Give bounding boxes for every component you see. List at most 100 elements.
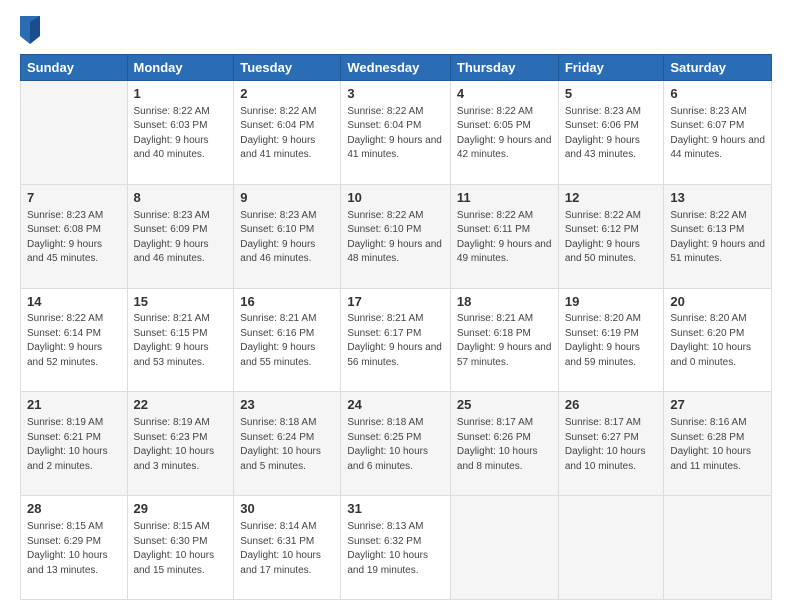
day-number: 22 — [134, 396, 228, 415]
day-info: Sunrise: 8:23 AMSunset: 6:10 PMDaylight:… — [240, 209, 334, 267]
day-info: Sunrise: 8:19 AMSunset: 6:21 PMDaylight:… — [27, 416, 121, 474]
calendar-cell: 30Sunrise: 8:14 AMSunset: 6:31 PMDayligh… — [234, 496, 341, 600]
calendar-cell: 31Sunrise: 8:13 AMSunset: 6:32 PMDayligh… — [341, 496, 451, 600]
calendar-cell: 11Sunrise: 8:22 AMSunset: 6:11 PMDayligh… — [450, 184, 558, 288]
weekday-header-thursday: Thursday — [450, 55, 558, 81]
calendar-cell: 25Sunrise: 8:17 AMSunset: 6:26 PMDayligh… — [450, 392, 558, 496]
day-number: 11 — [457, 189, 552, 208]
day-info: Sunrise: 8:22 AMSunset: 6:03 PMDaylight:… — [134, 105, 228, 163]
day-number: 30 — [240, 500, 334, 519]
calendar-cell — [558, 496, 664, 600]
day-number: 18 — [457, 293, 552, 312]
day-number: 5 — [565, 85, 658, 104]
logo — [20, 16, 44, 44]
day-info: Sunrise: 8:22 AMSunset: 6:13 PMDaylight:… — [670, 209, 765, 267]
day-number: 7 — [27, 189, 121, 208]
day-number: 14 — [27, 293, 121, 312]
header — [20, 16, 772, 44]
calendar-cell: 21Sunrise: 8:19 AMSunset: 6:21 PMDayligh… — [21, 392, 128, 496]
day-number: 20 — [670, 293, 765, 312]
calendar-cell: 14Sunrise: 8:22 AMSunset: 6:14 PMDayligh… — [21, 288, 128, 392]
day-info: Sunrise: 8:20 AMSunset: 6:19 PMDaylight:… — [565, 312, 658, 370]
page: SundayMondayTuesdayWednesdayThursdayFrid… — [0, 0, 792, 612]
day-info: Sunrise: 8:17 AMSunset: 6:26 PMDaylight:… — [457, 416, 552, 474]
day-number: 10 — [347, 189, 444, 208]
calendar-week-row: 14Sunrise: 8:22 AMSunset: 6:14 PMDayligh… — [21, 288, 772, 392]
calendar-cell: 5Sunrise: 8:23 AMSunset: 6:06 PMDaylight… — [558, 81, 664, 185]
calendar-cell: 18Sunrise: 8:21 AMSunset: 6:18 PMDayligh… — [450, 288, 558, 392]
calendar-cell: 1Sunrise: 8:22 AMSunset: 6:03 PMDaylight… — [127, 81, 234, 185]
weekday-header-monday: Monday — [127, 55, 234, 81]
calendar-cell: 17Sunrise: 8:21 AMSunset: 6:17 PMDayligh… — [341, 288, 451, 392]
day-info: Sunrise: 8:15 AMSunset: 6:30 PMDaylight:… — [134, 520, 228, 578]
calendar-cell: 24Sunrise: 8:18 AMSunset: 6:25 PMDayligh… — [341, 392, 451, 496]
calendar-week-row: 7Sunrise: 8:23 AMSunset: 6:08 PMDaylight… — [21, 184, 772, 288]
day-number: 31 — [347, 500, 444, 519]
calendar-cell: 4Sunrise: 8:22 AMSunset: 6:05 PMDaylight… — [450, 81, 558, 185]
weekday-header-sunday: Sunday — [21, 55, 128, 81]
day-number: 19 — [565, 293, 658, 312]
day-info: Sunrise: 8:23 AMSunset: 6:06 PMDaylight:… — [565, 105, 658, 163]
calendar-week-row: 21Sunrise: 8:19 AMSunset: 6:21 PMDayligh… — [21, 392, 772, 496]
day-number: 13 — [670, 189, 765, 208]
day-info: Sunrise: 8:23 AMSunset: 6:08 PMDaylight:… — [27, 209, 121, 267]
day-number: 2 — [240, 85, 334, 104]
day-info: Sunrise: 8:21 AMSunset: 6:15 PMDaylight:… — [134, 312, 228, 370]
calendar-cell: 16Sunrise: 8:21 AMSunset: 6:16 PMDayligh… — [234, 288, 341, 392]
weekday-header-tuesday: Tuesday — [234, 55, 341, 81]
calendar-cell: 2Sunrise: 8:22 AMSunset: 6:04 PMDaylight… — [234, 81, 341, 185]
calendar-cell: 15Sunrise: 8:21 AMSunset: 6:15 PMDayligh… — [127, 288, 234, 392]
calendar-cell — [21, 81, 128, 185]
day-number: 8 — [134, 189, 228, 208]
calendar-cell: 3Sunrise: 8:22 AMSunset: 6:04 PMDaylight… — [341, 81, 451, 185]
day-info: Sunrise: 8:21 AMSunset: 6:16 PMDaylight:… — [240, 312, 334, 370]
day-info: Sunrise: 8:21 AMSunset: 6:17 PMDaylight:… — [347, 312, 444, 370]
day-number: 27 — [670, 396, 765, 415]
calendar-cell: 10Sunrise: 8:22 AMSunset: 6:10 PMDayligh… — [341, 184, 451, 288]
day-info: Sunrise: 8:22 AMSunset: 6:14 PMDaylight:… — [27, 312, 121, 370]
day-number: 28 — [27, 500, 121, 519]
day-number: 26 — [565, 396, 658, 415]
day-info: Sunrise: 8:18 AMSunset: 6:25 PMDaylight:… — [347, 416, 444, 474]
calendar-cell: 19Sunrise: 8:20 AMSunset: 6:19 PMDayligh… — [558, 288, 664, 392]
day-info: Sunrise: 8:17 AMSunset: 6:27 PMDaylight:… — [565, 416, 658, 474]
calendar-cell: 26Sunrise: 8:17 AMSunset: 6:27 PMDayligh… — [558, 392, 664, 496]
calendar-cell: 12Sunrise: 8:22 AMSunset: 6:12 PMDayligh… — [558, 184, 664, 288]
day-info: Sunrise: 8:22 AMSunset: 6:11 PMDaylight:… — [457, 209, 552, 267]
calendar-cell: 20Sunrise: 8:20 AMSunset: 6:20 PMDayligh… — [664, 288, 772, 392]
day-number: 15 — [134, 293, 228, 312]
calendar-cell: 22Sunrise: 8:19 AMSunset: 6:23 PMDayligh… — [127, 392, 234, 496]
day-number: 6 — [670, 85, 765, 104]
day-info: Sunrise: 8:13 AMSunset: 6:32 PMDaylight:… — [347, 520, 444, 578]
weekday-header-saturday: Saturday — [664, 55, 772, 81]
day-info: Sunrise: 8:23 AMSunset: 6:09 PMDaylight:… — [134, 209, 228, 267]
day-number: 4 — [457, 85, 552, 104]
calendar-cell: 13Sunrise: 8:22 AMSunset: 6:13 PMDayligh… — [664, 184, 772, 288]
calendar-cell — [450, 496, 558, 600]
calendar-cell: 28Sunrise: 8:15 AMSunset: 6:29 PMDayligh… — [21, 496, 128, 600]
calendar-cell: 6Sunrise: 8:23 AMSunset: 6:07 PMDaylight… — [664, 81, 772, 185]
day-info: Sunrise: 8:19 AMSunset: 6:23 PMDaylight:… — [134, 416, 228, 474]
day-number: 1 — [134, 85, 228, 104]
day-number: 12 — [565, 189, 658, 208]
day-info: Sunrise: 8:16 AMSunset: 6:28 PMDaylight:… — [670, 416, 765, 474]
calendar-week-row: 1Sunrise: 8:22 AMSunset: 6:03 PMDaylight… — [21, 81, 772, 185]
day-info: Sunrise: 8:20 AMSunset: 6:20 PMDaylight:… — [670, 312, 765, 370]
day-info: Sunrise: 8:22 AMSunset: 6:04 PMDaylight:… — [240, 105, 334, 163]
day-info: Sunrise: 8:21 AMSunset: 6:18 PMDaylight:… — [457, 312, 552, 370]
calendar-week-row: 28Sunrise: 8:15 AMSunset: 6:29 PMDayligh… — [21, 496, 772, 600]
day-info: Sunrise: 8:18 AMSunset: 6:24 PMDaylight:… — [240, 416, 334, 474]
day-number: 23 — [240, 396, 334, 415]
logo-icon — [20, 16, 40, 44]
day-info: Sunrise: 8:23 AMSunset: 6:07 PMDaylight:… — [670, 105, 765, 163]
day-number: 25 — [457, 396, 552, 415]
day-number: 29 — [134, 500, 228, 519]
calendar-header-row: SundayMondayTuesdayWednesdayThursdayFrid… — [21, 55, 772, 81]
calendar-cell: 29Sunrise: 8:15 AMSunset: 6:30 PMDayligh… — [127, 496, 234, 600]
calendar-cell: 7Sunrise: 8:23 AMSunset: 6:08 PMDaylight… — [21, 184, 128, 288]
weekday-header-wednesday: Wednesday — [341, 55, 451, 81]
day-number: 24 — [347, 396, 444, 415]
day-number: 21 — [27, 396, 121, 415]
calendar-cell: 8Sunrise: 8:23 AMSunset: 6:09 PMDaylight… — [127, 184, 234, 288]
day-info: Sunrise: 8:15 AMSunset: 6:29 PMDaylight:… — [27, 520, 121, 578]
